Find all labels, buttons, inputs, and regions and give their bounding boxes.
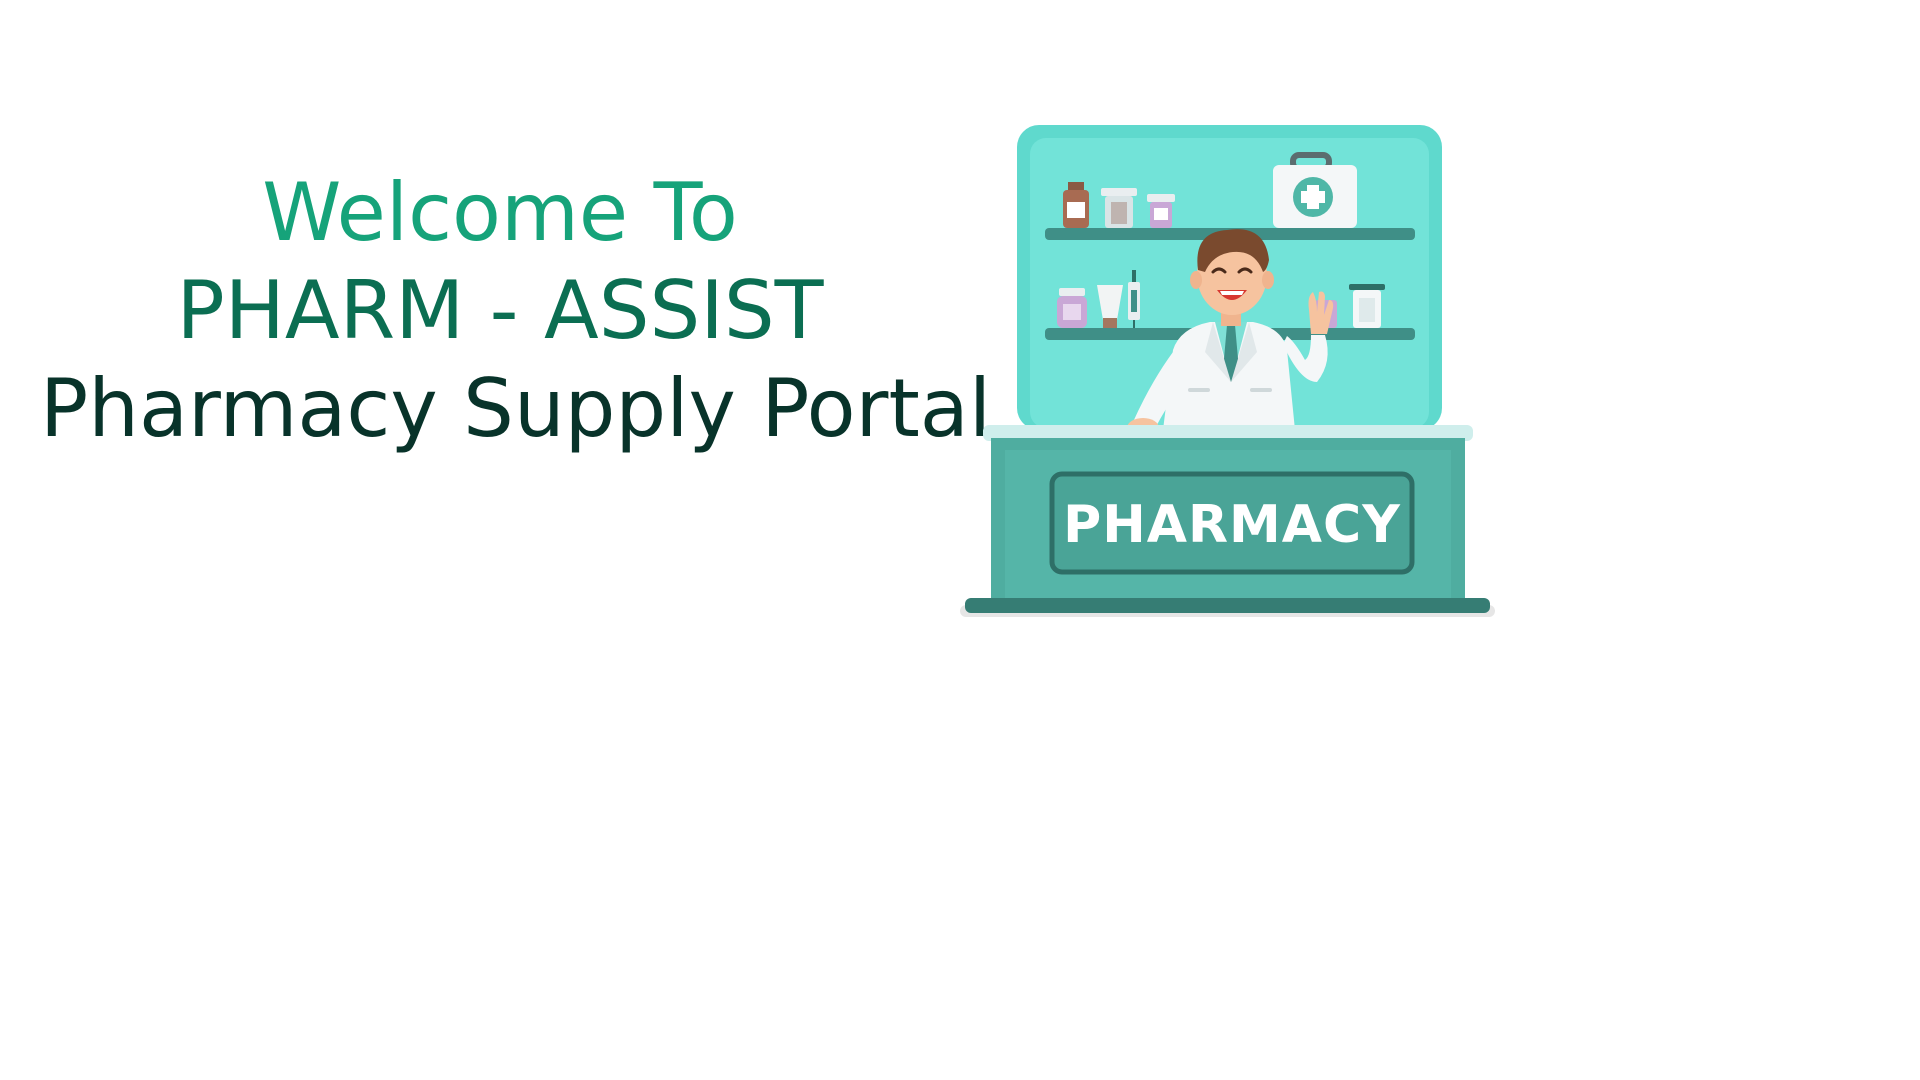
welcome-heading: Welcome To PHARM - ASSIST Pharmacy Suppl… — [40, 165, 992, 457]
portal-subtitle: Pharmacy Supply Portal — [40, 362, 992, 455]
welcome-page: Welcome To PHARM - ASSIST Pharmacy Suppl… — [0, 0, 1920, 1080]
welcome-line: Welcome To — [262, 166, 738, 259]
app-name: PHARM - ASSIST — [176, 264, 824, 357]
pharmacy-sign-label: PHARMACY — [1063, 495, 1401, 555]
cream-jar-icon — [1057, 288, 1087, 328]
pill-jar-icon — [1147, 194, 1175, 228]
pharmacy-scene: PHARMACY — [960, 125, 1495, 617]
jar-icon — [1101, 188, 1137, 228]
first-aid-kit-icon — [1273, 152, 1357, 228]
pharmacy-illustration: PHARMACY — [955, 120, 1500, 635]
pharmacy-sign: PHARMACY — [1049, 471, 1415, 575]
